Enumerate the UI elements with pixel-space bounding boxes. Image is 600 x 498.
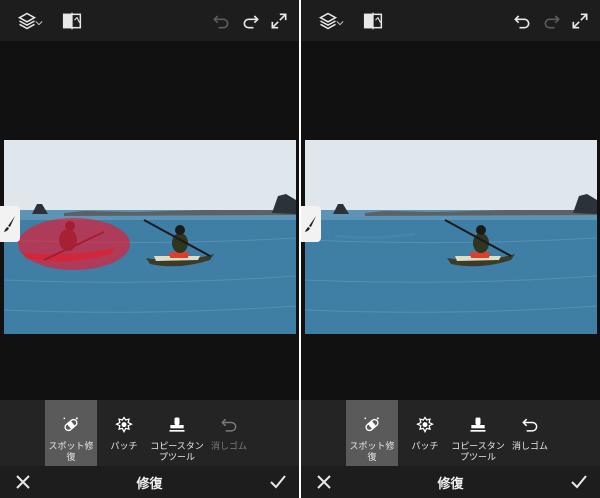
clone-stamp-icon xyxy=(467,414,489,436)
compare-icon[interactable] xyxy=(61,10,83,32)
patch-icon xyxy=(113,414,135,436)
tool-label: スポット修復 xyxy=(349,442,395,463)
mode-title: 修復 xyxy=(437,477,464,492)
kayak-photo[interactable] xyxy=(4,140,296,334)
tool-label: スポット修復 xyxy=(48,442,94,463)
checkmark-icon[interactable] xyxy=(269,473,287,491)
brush-settings-tab[interactable] xyxy=(0,206,20,242)
tool-clone-stamp[interactable]: コピースタン プツール xyxy=(148,400,206,466)
editor-panel-before: スポット修復 パッチ コピースタン プツール 消しゴム 修復 xyxy=(0,0,299,498)
tool-eraser[interactable]: 消しゴム xyxy=(208,400,250,466)
clone-stamp-icon xyxy=(166,414,188,436)
tool-patch[interactable]: パッチ xyxy=(103,400,145,466)
patch-icon xyxy=(414,414,436,436)
kayak-photo[interactable] xyxy=(305,140,597,334)
redo-icon[interactable] xyxy=(541,10,563,32)
bottom-action-bar: 修復 xyxy=(0,466,299,498)
tool-clone-stamp[interactable]: コピースタン プツール xyxy=(449,400,507,466)
bottom-action-bar: 修復 xyxy=(301,466,600,498)
tool-options-bar: スポット修復 パッチ コピースタン プツール 消しゴム xyxy=(0,400,299,466)
chevron-down-icon[interactable] xyxy=(34,18,44,28)
tool-label: 消しゴム xyxy=(511,442,548,452)
tool-label-line1: コピースタン xyxy=(150,442,204,452)
tool-options-bar: スポット修復 パッチ コピースタン プツール 消しゴム xyxy=(301,400,600,466)
editor-panel-after: スポット修復 パッチ コピースタン プツール 消しゴム 修復 xyxy=(301,0,600,498)
image-canvas[interactable] xyxy=(301,41,600,400)
spot-heal-icon xyxy=(60,414,82,436)
tool-spot-heal[interactable]: スポット修復 xyxy=(45,400,97,466)
brush-icon xyxy=(305,216,316,232)
expand-icon[interactable] xyxy=(569,10,591,32)
tool-label: 消しゴム xyxy=(210,442,247,452)
tool-label-line2: プツール xyxy=(459,453,496,463)
tool-label: パッチ xyxy=(411,442,439,452)
spot-heal-mask xyxy=(18,218,130,270)
tool-label: コピースタン プツール xyxy=(451,442,505,464)
tool-eraser[interactable]: 消しゴム xyxy=(509,400,551,466)
tool-patch[interactable]: パッチ xyxy=(404,400,446,466)
expand-icon[interactable] xyxy=(268,10,290,32)
image-canvas[interactable] xyxy=(0,41,299,400)
tool-spot-heal[interactable]: スポット修復 xyxy=(346,400,398,466)
tool-label-line2: プツール xyxy=(158,453,195,463)
top-toolbar xyxy=(0,0,299,41)
eraser-icon xyxy=(218,414,240,436)
brush-settings-tab[interactable] xyxy=(301,206,321,242)
undo-icon[interactable] xyxy=(210,10,232,32)
tool-label: コピースタン プツール xyxy=(150,442,204,464)
brush-icon xyxy=(4,216,15,232)
top-toolbar xyxy=(301,0,600,41)
chevron-down-icon[interactable] xyxy=(335,18,345,28)
checkmark-icon[interactable] xyxy=(570,473,588,491)
undo-icon[interactable] xyxy=(511,10,533,32)
spot-heal-icon xyxy=(361,414,383,436)
mode-title: 修復 xyxy=(136,477,163,492)
comparison-screenshot: スポット修復 パッチ コピースタン プツール 消しゴム 修復 スポット修復 パッ… xyxy=(0,0,600,498)
tool-label: パッチ xyxy=(110,442,138,452)
eraser-icon xyxy=(519,414,541,436)
redo-icon[interactable] xyxy=(240,10,262,32)
compare-icon[interactable] xyxy=(362,10,384,32)
tool-label-line1: コピースタン xyxy=(451,442,505,452)
